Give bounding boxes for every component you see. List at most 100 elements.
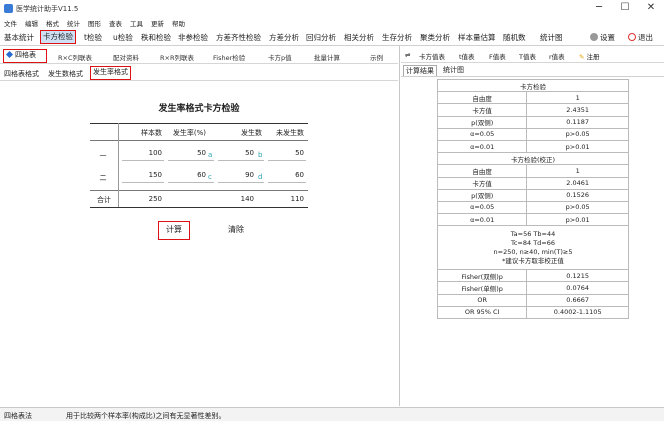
panel-divider[interactable] <box>399 46 400 406</box>
diamond-icon <box>5 50 14 59</box>
menu-tools[interactable]: 工具 <box>130 18 143 28</box>
header-rate: 发生率(%) <box>172 129 206 137</box>
calculate-button[interactable]: 计算 <box>158 221 190 240</box>
T-table-button[interactable]: T值表 <box>519 51 536 61</box>
note-line: Tc=84 Td=66 <box>510 238 556 247</box>
tool-regression[interactable]: 回归分析 <box>306 32 336 43</box>
input-underline <box>122 160 164 161</box>
result-value: p>0.05 <box>526 200 629 215</box>
input-underline <box>168 182 214 183</box>
table-top-rule <box>90 123 308 124</box>
tab-fisher[interactable]: Fisher检验 <box>213 52 245 62</box>
swap-icon[interactable]: ⇌ <box>405 51 410 59</box>
input-count[interactable]: 90 <box>216 171 254 179</box>
menu-bar: 文件 编辑 格式 统计 图形 查表 工具 更新 帮助 <box>0 17 664 29</box>
note-line: n=250, n≥40, min(T)≥5 <box>493 247 573 256</box>
close-button[interactable]: ✕ <box>638 1 664 15</box>
cell-tag: a <box>208 151 213 159</box>
menu-update[interactable]: 更新 <box>151 18 164 28</box>
tool-nonparametric[interactable]: 非参检验 <box>178 32 208 43</box>
power-icon <box>628 33 636 41</box>
tool-t-test[interactable]: t检验 <box>84 32 102 43</box>
tool-chi-square[interactable]: 卡方检验 <box>40 30 76 44</box>
exit-button[interactable]: 退出 <box>628 32 653 43</box>
total-noncount: 110 <box>290 195 304 203</box>
window-title: 医学统计助手V11.5 <box>16 5 79 13</box>
chi-section-title: 卡方检验 <box>437 78 629 93</box>
menu-file[interactable]: 文件 <box>4 18 17 28</box>
main-toolbar: 基本统计 卡方检验 t检验 u检验 秩和检验 非参检验 方差齐性检验 方差分析 … <box>0 29 664 46</box>
t-table-button[interactable]: t值表 <box>459 51 475 61</box>
results-table: 卡方检验 自由度 1 卡方值 2.4351 p(双侧) 0.1187 α=0.05 p>… <box>436 78 629 320</box>
tab-result-chart[interactable]: 统计图 <box>441 65 466 76</box>
menu-statistics[interactable]: 统计 <box>67 18 80 28</box>
tab-paired[interactable]: 配对资料 <box>113 52 139 62</box>
pencil-icon: ✎ <box>579 53 585 61</box>
input-underline <box>218 182 264 183</box>
result-value: p>0.01 <box>526 213 629 227</box>
input-noncount[interactable]: 50 <box>262 149 304 157</box>
menu-help[interactable]: 帮助 <box>172 18 185 28</box>
tool-chart[interactable]: 统计图 <box>540 32 563 43</box>
menu-edit[interactable]: 编辑 <box>25 18 38 28</box>
result-label: 卡方值 <box>436 176 528 190</box>
clear-button[interactable]: 清除 <box>228 224 244 235</box>
tool-rank-sum[interactable]: 秩和检验 <box>141 32 171 43</box>
tab-chi-p[interactable]: 卡方p值 <box>268 52 292 62</box>
register-label: 注册 <box>586 53 600 61</box>
settings-button[interactable]: 设置 <box>590 32 615 43</box>
maximize-button[interactable]: ☐ <box>612 1 638 15</box>
note-line: *建议卡方取非校正值 <box>502 256 564 265</box>
tool-sample-size[interactable]: 样本量估算 <box>458 32 496 43</box>
menu-graph[interactable]: 图形 <box>88 18 101 28</box>
tool-homogeneity[interactable]: 方差齐性检验 <box>216 32 261 43</box>
tab-example[interactable]: 示例 <box>370 52 383 62</box>
tool-basic-stats[interactable]: 基本统计 <box>4 32 34 43</box>
chi-table-button[interactable]: 卡方值表 <box>419 51 445 61</box>
input-count[interactable]: 50 <box>216 149 254 157</box>
result-label: 自由度 <box>436 91 528 105</box>
tab-results[interactable]: 计算结果 <box>403 65 437 76</box>
result-label: α=0.05 <box>436 127 528 141</box>
tool-random[interactable]: 随机数 <box>503 32 526 43</box>
tab-rate-format[interactable]: 发生率格式 <box>90 66 131 80</box>
input-noncount[interactable]: 60 <box>262 171 304 179</box>
exit-label: 退出 <box>638 33 653 42</box>
table-bottom-rule <box>90 207 308 208</box>
tool-u-test[interactable]: u检验 <box>113 32 133 43</box>
total-sample: 250 <box>148 195 162 203</box>
input-underline <box>122 182 164 183</box>
header-count: 发生数 <box>241 129 262 137</box>
result-value: 1 <box>526 164 629 178</box>
result-value: 0.0764 <box>526 281 629 295</box>
tool-survival[interactable]: 生存分析 <box>382 32 412 43</box>
menu-format[interactable]: 格式 <box>46 18 59 28</box>
input-sample[interactable]: 150 <box>122 171 162 179</box>
tab-rxr[interactable]: R×R列联表 <box>160 52 194 62</box>
tab-batch[interactable]: 批量计算 <box>314 52 340 62</box>
f-table-button[interactable]: F值表 <box>489 51 506 61</box>
result-label: α=0.01 <box>436 139 528 154</box>
minimize-button[interactable]: ─ <box>586 1 612 15</box>
format-tabs: 四格表格式 发生数格式 发生率格式 <box>0 66 398 81</box>
table-header-rule <box>90 140 308 141</box>
input-sample[interactable]: 100 <box>122 149 162 157</box>
tool-correlation[interactable]: 相关分析 <box>344 32 374 43</box>
r-table-button[interactable]: r值表 <box>549 51 565 61</box>
result-value: 0.4002-1.1105 <box>526 305 629 320</box>
tab-count-format[interactable]: 发生数格式 <box>48 69 83 79</box>
tool-anova[interactable]: 方差分析 <box>269 32 299 43</box>
note-line: Ta=56 Tb=44 <box>510 229 556 238</box>
tab-fourfold[interactable]: 四格表 <box>3 49 47 63</box>
table-total-rule <box>90 190 308 191</box>
row-label: 一 <box>99 152 107 160</box>
tab-rxc[interactable]: R×C列联表 <box>58 52 92 62</box>
result-value: p>0.01 <box>526 139 629 154</box>
tab-fourfold-format[interactable]: 四格表格式 <box>4 69 39 79</box>
input-rate[interactable]: 50 <box>168 149 206 157</box>
menu-lookup[interactable]: 查表 <box>109 18 122 28</box>
register-button[interactable]: ✎ 注册 <box>579 51 600 61</box>
input-rate[interactable]: 60 <box>168 171 206 179</box>
result-label: Fisher(双侧)p <box>436 269 528 283</box>
tool-cluster[interactable]: 聚类分析 <box>420 32 450 43</box>
